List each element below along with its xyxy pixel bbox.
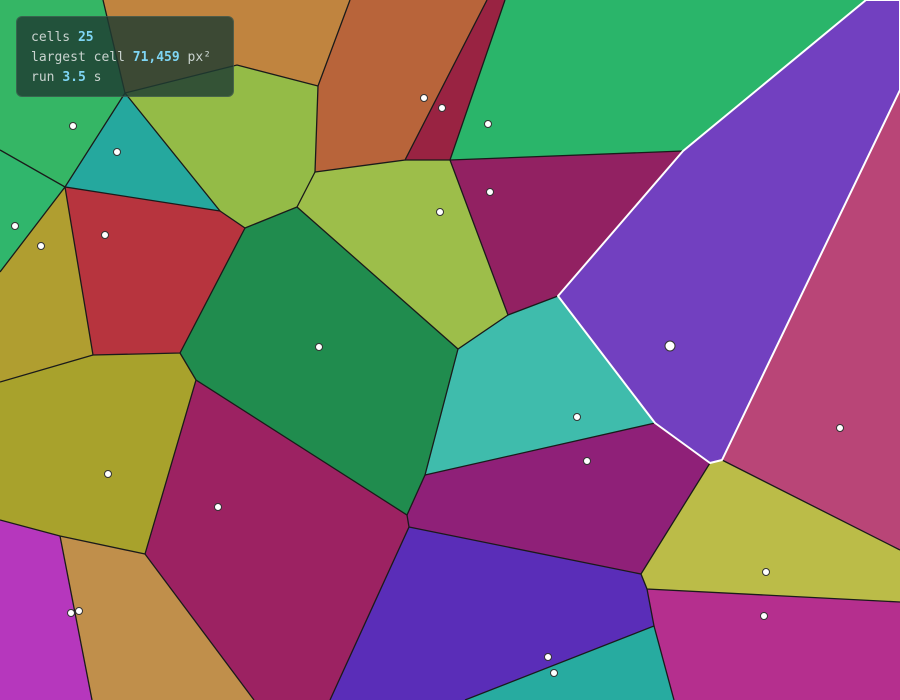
voronoi-canvas[interactable] [0, 0, 900, 700]
site-point[interactable] [836, 424, 844, 432]
site-point[interactable] [11, 222, 19, 230]
site-point[interactable] [484, 120, 492, 128]
site-point[interactable] [315, 343, 323, 351]
largest-cell-stat: largest cell 71,459 px² [31, 48, 219, 68]
largest-cell-label: largest cell [31, 50, 125, 65]
site-point[interactable] [438, 104, 446, 112]
stats-overlay: cells 25 largest cell 71,459 px² run 3.5… [16, 16, 234, 97]
site-point[interactable] [113, 148, 121, 156]
site-point[interactable] [550, 669, 558, 677]
cells-value: 25 [77, 30, 94, 45]
run-stat: run 3.5 s [31, 68, 219, 88]
site-point[interactable] [69, 122, 77, 130]
site-point[interactable] [75, 607, 83, 615]
site-point[interactable] [762, 568, 770, 576]
site-point[interactable] [101, 231, 109, 239]
site-point[interactable] [214, 503, 222, 511]
site-point[interactable] [37, 242, 45, 250]
site-point-selected[interactable] [664, 340, 676, 352]
site-point[interactable] [583, 457, 591, 465]
largest-cell-unit: px² [187, 50, 212, 65]
site-point[interactable] [104, 470, 112, 478]
cells-label: cells [31, 30, 71, 45]
site-point[interactable] [420, 94, 428, 102]
site-point[interactable] [486, 188, 494, 196]
run-unit: s [93, 70, 102, 85]
largest-cell-value: 71,459 [132, 50, 180, 65]
run-value: 3.5 [62, 70, 86, 85]
site-point[interactable] [760, 612, 768, 620]
voronoi-cell[interactable] [647, 589, 900, 700]
site-point[interactable] [436, 208, 444, 216]
site-point[interactable] [544, 653, 552, 661]
site-point[interactable] [573, 413, 581, 421]
run-label: run [31, 70, 55, 85]
site-point[interactable] [67, 609, 75, 617]
cells-stat: cells 25 [31, 28, 219, 48]
